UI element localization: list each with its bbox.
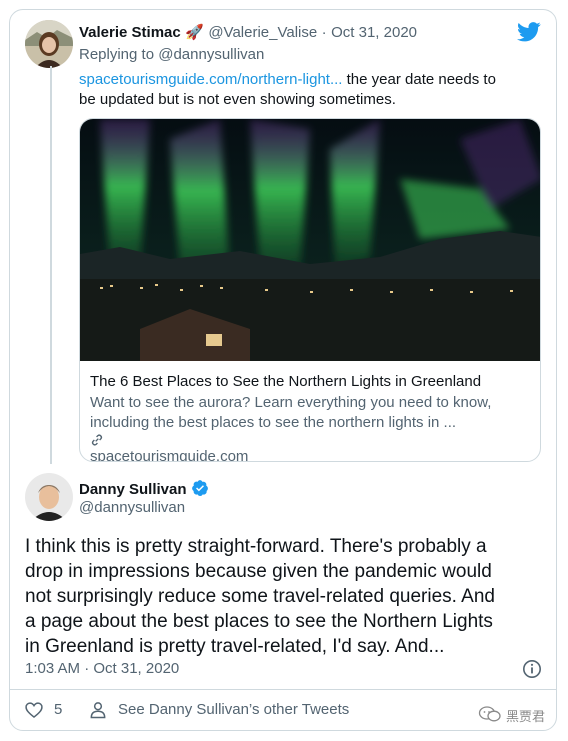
wechat-icon (478, 706, 501, 722)
author-handle[interactable]: @Valerie_Valise (208, 24, 317, 41)
watermark: 黑贾君 (478, 705, 558, 727)
reply-header: Valerie Stimac 🚀 @Valerie_Valise · Oct 3… (79, 23, 417, 42)
reply-text-line2: be updated but is not even showing somet… (79, 91, 396, 108)
preview-desc-line2: including the best places to see the nor… (90, 414, 457, 431)
tweet-timestamp[interactable]: 1:03 AM · Oct 31, 2020 (25, 660, 179, 677)
preview-domain-text: spacetourismguide.com (90, 448, 249, 462)
preview-domain: spacetourismguide.com (90, 433, 249, 462)
tweet-body-line: I think this is pretty straight-forward.… (25, 536, 487, 557)
replying-prefix: Replying to (79, 46, 155, 63)
footer-divider (10, 689, 556, 690)
tweet-body-line: in Greenland is pretty travel-related, I… (25, 636, 445, 657)
author-handle-danny[interactable]: @dannysullivan (79, 499, 185, 516)
tweet-date[interactable]: Oct 31, 2020 (331, 24, 417, 41)
other-tweets-link[interactable]: See Danny Sullivan’s other Tweets (88, 700, 378, 722)
reply-link[interactable]: spacetourismguide.com/northern-light... (79, 71, 342, 88)
tweet-body-line: drop in impressions because given the pa… (25, 561, 492, 582)
preview-title: The 6 Best Places to See the Northern Li… (90, 373, 482, 390)
avatar-danny[interactable] (25, 473, 73, 521)
tweet-body-line: not surprisingly reduce some travel-rela… (25, 586, 495, 607)
twitter-bird-icon[interactable] (517, 21, 541, 43)
watermark-text: 黑贾君 (506, 710, 546, 725)
tweet-body-line: a page about the best places to see the … (25, 611, 493, 632)
replying-to: Replying to @dannysullivan (79, 46, 264, 63)
separator-dot: · (321, 24, 327, 41)
link-preview-card[interactable]: The 6 Best Places to See the Northern Li… (79, 118, 541, 462)
reply-text-line1: the year date needs to (342, 71, 496, 88)
thread-line (50, 66, 52, 464)
like-count: 5 (54, 701, 63, 718)
reply-text: spacetourismguide.com/northern-light... … (79, 70, 549, 110)
rocket-emoji: 🚀 (185, 24, 204, 41)
author-name-danny[interactable]: Danny Sullivan (79, 481, 187, 498)
avatar-valerie[interactable] (25, 20, 73, 68)
link-icon (91, 434, 103, 446)
heart-icon (25, 702, 43, 719)
preview-description: Want to see the aurora? Learn everything… (90, 393, 491, 433)
info-icon[interactable] (522, 659, 542, 679)
author-name[interactable]: Valerie Stimac (79, 24, 181, 41)
preview-desc-line1: Want to see the aurora? Learn everything… (90, 394, 492, 411)
main-header: Danny Sullivan (79, 479, 209, 499)
replying-handle[interactable]: @dannysullivan (158, 46, 264, 63)
like-button[interactable]: 5 (24, 700, 74, 722)
other-tweets-label: See Danny Sullivan’s other Tweets (118, 701, 350, 718)
preview-image (80, 119, 540, 361)
verified-badge-icon (192, 480, 208, 497)
person-icon (90, 702, 106, 719)
tweet-body: I think this is pretty straight-forward.… (25, 534, 550, 659)
